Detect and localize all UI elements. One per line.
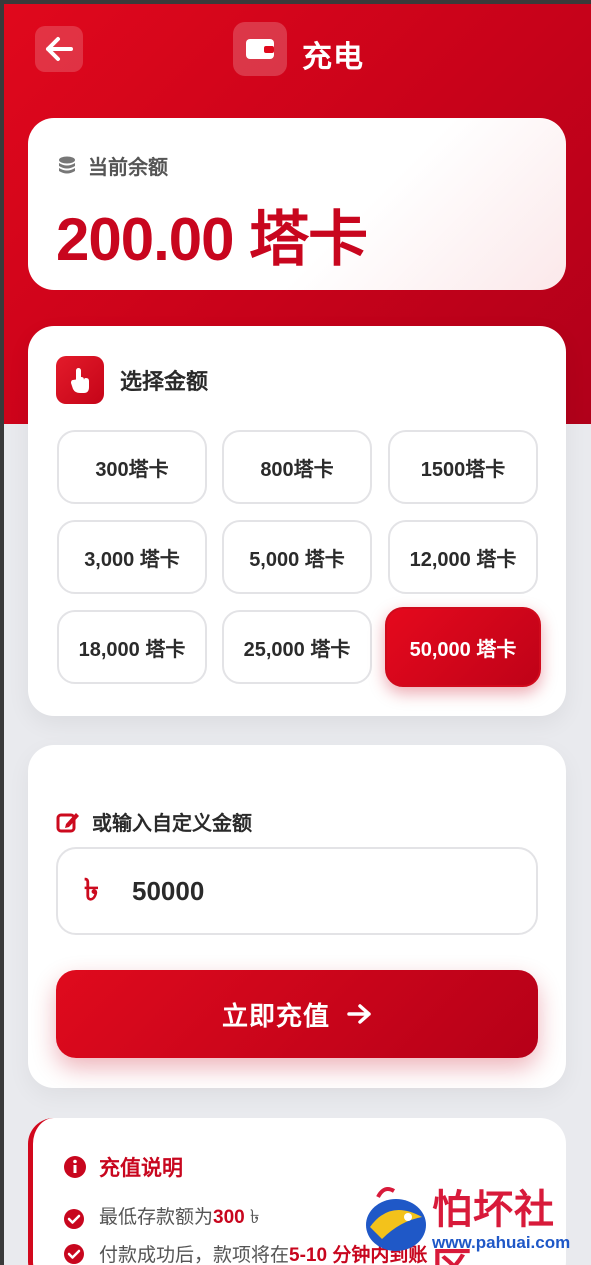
custom-amount-field[interactable]: ৳ bbox=[56, 847, 538, 935]
amount-option-1500[interactable]: 1500塔卡 bbox=[388, 430, 538, 504]
amount-option-25000[interactable]: 25,000 塔卡 bbox=[222, 610, 372, 684]
recharge-now-label: 立即充值 bbox=[221, 1000, 330, 1031]
balance-label-row: 当前余额 bbox=[56, 151, 168, 180]
wallet-icon-box bbox=[233, 22, 287, 76]
watermark: 怕坏社区 www.pahuai.com bbox=[360, 1175, 591, 1265]
info-icon bbox=[64, 1156, 86, 1178]
custom-amount-header: 或输入自定义金额 bbox=[56, 807, 252, 836]
amount-card: 选择金额 300塔卡 800塔卡 1500塔卡 3,000 塔卡 5,000 塔… bbox=[28, 326, 566, 716]
hand-pointer-icon bbox=[71, 368, 89, 393]
amount-section-title: 选择金额 bbox=[120, 369, 209, 394]
coins-icon bbox=[59, 156, 75, 173]
amount-option-50000-selected[interactable]: 50,000 塔卡 bbox=[385, 607, 541, 687]
custom-amount-title: 或输入自定义金额 bbox=[92, 813, 252, 835]
edit-icon bbox=[56, 812, 79, 832]
balance-value: 200.00 塔卡 bbox=[56, 206, 368, 273]
arrow-right-icon bbox=[347, 1004, 371, 1024]
wallet-icon bbox=[246, 39, 274, 59]
hand-pointer-icon-box bbox=[56, 356, 104, 404]
arrow-left-icon bbox=[46, 37, 73, 61]
fish-logo-icon bbox=[366, 1187, 426, 1251]
custom-amount-input[interactable] bbox=[132, 875, 432, 907]
balance-label: 当前余额 bbox=[88, 157, 168, 179]
info-item-text: 最低存款额为300 ৳ bbox=[99, 1207, 260, 1228]
check-circle-icon bbox=[64, 1243, 84, 1264]
amount-section-header: 选择金额 bbox=[56, 356, 208, 404]
window-edge-top bbox=[0, 0, 591, 4]
recharge-now-button[interactable]: 立即充值 bbox=[56, 970, 538, 1058]
amount-option-18000[interactable]: 18,000 塔卡 bbox=[57, 610, 207, 684]
amount-option-300[interactable]: 300塔卡 bbox=[57, 430, 207, 504]
taka-currency-icon: ৳ bbox=[84, 873, 99, 907]
check-circle-icon bbox=[64, 1208, 84, 1229]
custom-amount-card: 或输入自定义金额 ৳ 立即充值 bbox=[28, 745, 566, 1088]
amount-option-5000[interactable]: 5,000 塔卡 bbox=[222, 520, 372, 594]
watermark-url: www.pahuai.com bbox=[432, 1233, 571, 1252]
amount-option-12000[interactable]: 12,000 塔卡 bbox=[388, 520, 538, 594]
window-edge bbox=[0, 0, 4, 1265]
amount-option-3000[interactable]: 3,000 塔卡 bbox=[57, 520, 207, 594]
amount-option-800[interactable]: 800塔卡 bbox=[222, 430, 372, 504]
info-title: 充值说明 bbox=[99, 1157, 183, 1180]
balance-card: 当前余额 200.00 塔卡 bbox=[28, 118, 566, 290]
back-button[interactable] bbox=[35, 26, 83, 72]
info-item: 最低存款额为300 ৳ bbox=[63, 1202, 259, 1235]
page-title: 充电 bbox=[302, 41, 364, 74]
info-header: 充值说明 bbox=[63, 1152, 183, 1182]
